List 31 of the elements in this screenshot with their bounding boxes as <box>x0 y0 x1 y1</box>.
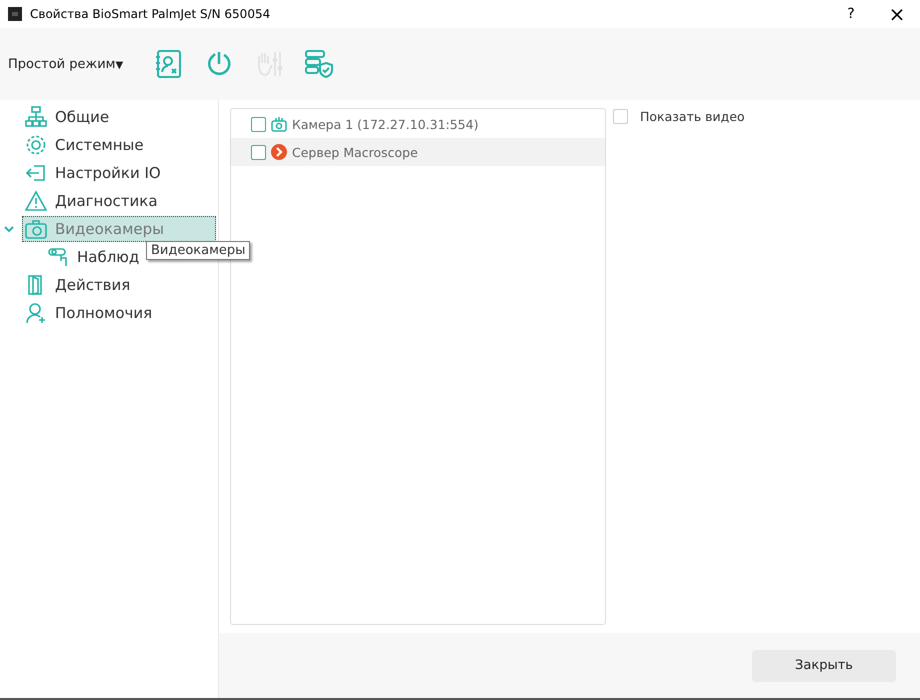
sidebar-item[interactable]: Настройки IO <box>22 160 216 186</box>
warning-icon <box>25 190 47 212</box>
tooltip: Видеокамеры <box>146 241 250 260</box>
sidebar-item[interactable]: Наблюд <box>44 244 146 270</box>
sidebar-item[interactable]: Диагностика <box>22 188 216 214</box>
close-button[interactable]: × <box>874 0 920 28</box>
sidebar-item[interactable]: Действия <box>22 272 216 298</box>
sidebar-item[interactable]: Системные <box>22 132 216 158</box>
camera-icon <box>25 218 47 240</box>
user-icon <box>25 302 47 324</box>
window-title: Свойства BioSmart PalmJet S/N 650054 <box>30 7 270 21</box>
chevron-icon[interactable] <box>4 224 14 234</box>
chevron-circle-icon <box>271 144 287 160</box>
cctv-icon <box>47 246 69 268</box>
camera-icon <box>271 116 287 132</box>
checkbox-label: Показать видео <box>640 109 745 124</box>
network-icon <box>25 106 47 128</box>
close-dialog-button[interactable]: Закрыть <box>752 650 896 682</box>
sidebar-item[interactable]: Полномочия <box>22 300 216 326</box>
app-icon <box>8 7 22 21</box>
gear-icon <box>25 134 47 156</box>
mode-dropdown[interactable]: Простой режим▼ <box>8 56 153 72</box>
help-button[interactable]: ? <box>828 0 874 28</box>
checkbox[interactable] <box>251 116 266 132</box>
device-row[interactable]: Сервер Macroscope <box>231 138 605 166</box>
checkbox[interactable] <box>251 144 266 160</box>
server-shield-icon[interactable] <box>303 48 335 80</box>
sidebar-item[interactable]: Общие <box>22 104 216 130</box>
device-row[interactable]: Камера 1 (172.27.10.31:554) <box>231 110 605 138</box>
checkbox[interactable] <box>613 109 628 124</box>
login-icon <box>25 162 47 184</box>
